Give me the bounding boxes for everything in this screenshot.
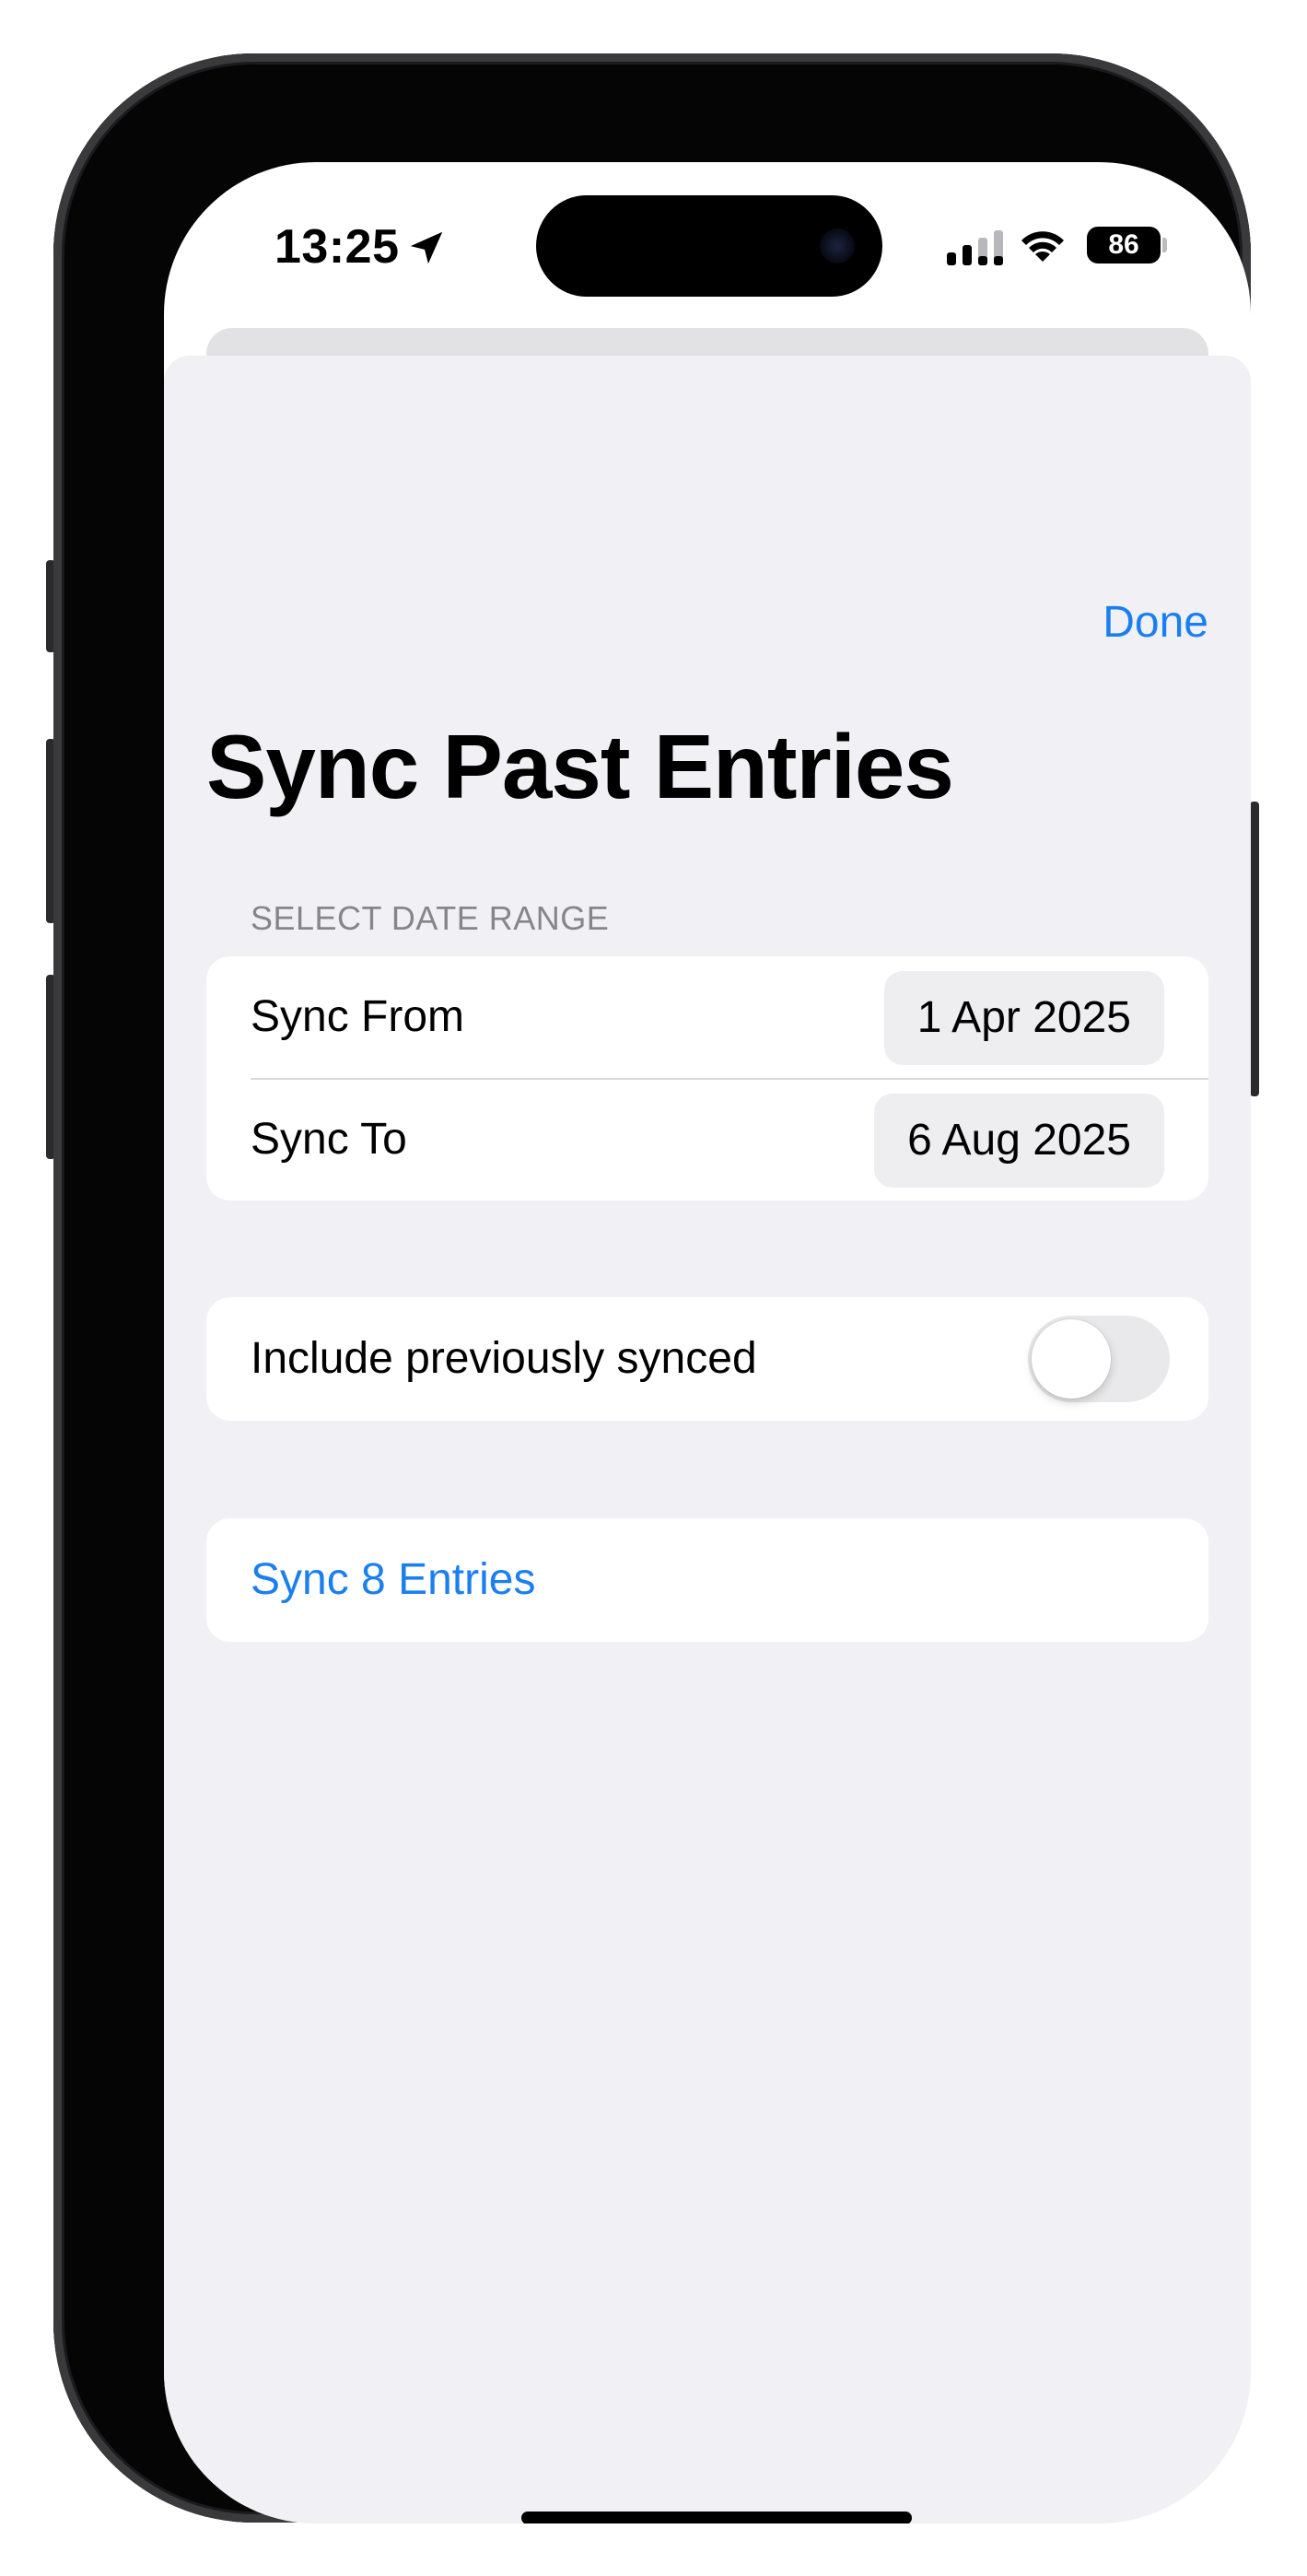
include-previous-toggle[interactable] bbox=[1028, 1316, 1170, 1402]
sync-from-date-picker[interactable]: 1 Apr 2025 bbox=[883, 971, 1164, 1065]
sync-to-date-picker[interactable]: 6 Aug 2025 bbox=[874, 1094, 1164, 1188]
sync-from-label: Sync From bbox=[251, 992, 465, 1041]
wifi-icon bbox=[1021, 231, 1064, 262]
done-button[interactable]: Done bbox=[1103, 597, 1208, 648]
date-range-group: Sync From 1 Apr 2025 Sync To 6 Aug 2025 bbox=[206, 956, 1208, 1200]
location-arrow-icon bbox=[410, 231, 443, 264]
sync-to-label: Sync To bbox=[251, 1115, 407, 1164]
sync-from-row: Sync From 1 Apr 2025 bbox=[206, 956, 1208, 1078]
date-range-header: SELECT DATE RANGE bbox=[251, 899, 610, 937]
dynamic-island bbox=[536, 195, 882, 297]
battery-icon: 86 bbox=[1087, 227, 1161, 263]
sync-entries-button[interactable]: Sync 8 Entries bbox=[251, 1518, 535, 1642]
camera-lens-icon bbox=[820, 228, 855, 263]
phone-frame: 13:25 86 Done Sync Past Entries SELECT D… bbox=[53, 53, 1251, 2523]
include-previous-label: Include previously synced bbox=[251, 1334, 757, 1383]
cellular-signal-icon bbox=[947, 230, 1003, 265]
sync-action-row: Sync 8 Entries bbox=[206, 1518, 1208, 1642]
battery-level: 86 bbox=[1108, 229, 1139, 260]
page-title: Sync Past Entries bbox=[206, 716, 954, 817]
home-indicator bbox=[521, 2512, 912, 2523]
phone-screen: 13:25 86 Done Sync Past Entries SELECT D… bbox=[164, 162, 1251, 2523]
include-previous-row: Include previously synced bbox=[206, 1297, 1208, 1421]
sync-to-row: Sync To 6 Aug 2025 bbox=[206, 1079, 1208, 1200]
battery-cap bbox=[1162, 238, 1167, 252]
sync-sheet: Done Sync Past Entries SELECT DATE RANGE… bbox=[164, 356, 1251, 2523]
status-time: 13:25 bbox=[274, 220, 400, 274]
toggle-knob bbox=[1032, 1319, 1111, 1399]
power-button bbox=[1250, 802, 1259, 1096]
